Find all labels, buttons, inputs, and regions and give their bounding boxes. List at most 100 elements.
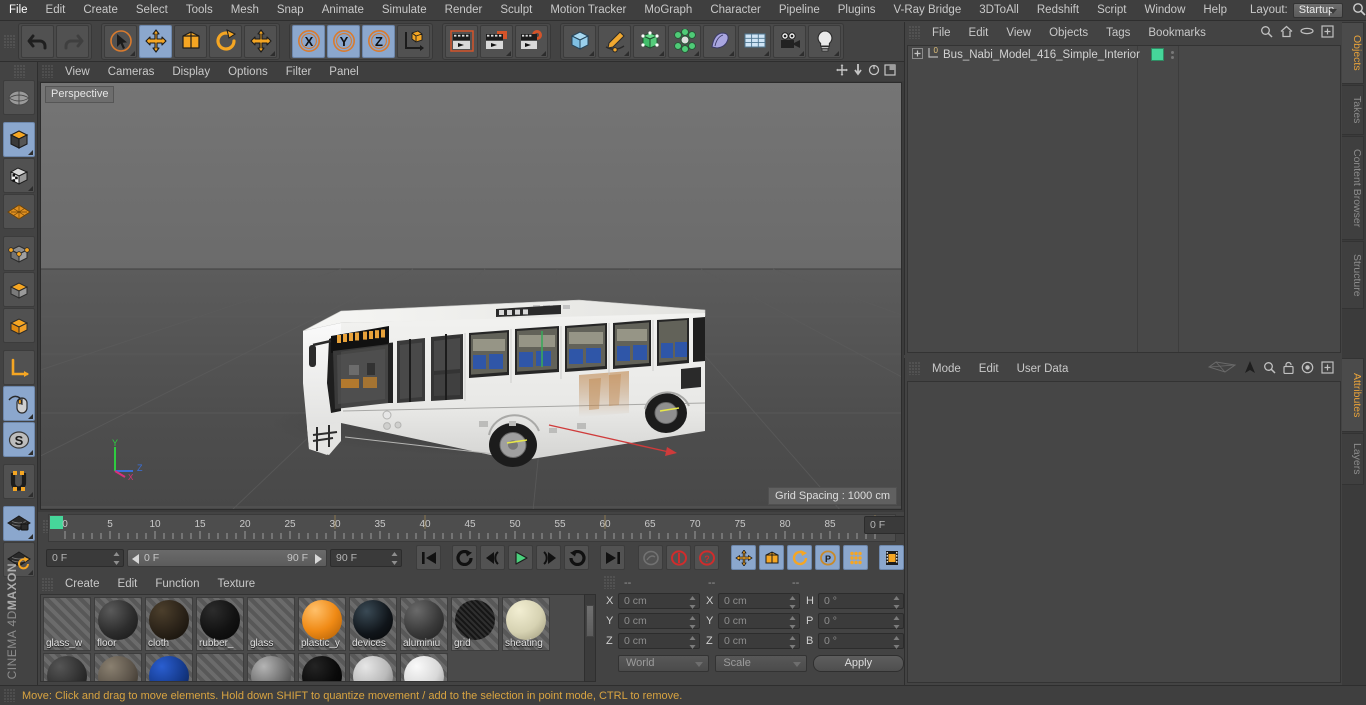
attribute-menu-user-data[interactable]: User Data bbox=[1008, 359, 1078, 379]
menu-render[interactable]: Render bbox=[436, 0, 492, 20]
edge-mode-button[interactable] bbox=[2, 272, 35, 307]
tab-structure[interactable]: Structure bbox=[1342, 241, 1364, 309]
keyframe-selection-button[interactable]: ? bbox=[694, 545, 719, 570]
start-frame-field[interactable]: 0 F bbox=[46, 548, 124, 567]
timeline-window-button[interactable] bbox=[879, 545, 904, 570]
material-menu-function[interactable]: Function bbox=[146, 574, 208, 594]
material-item[interactable]: aluminiu bbox=[400, 597, 448, 651]
menu-pipeline[interactable]: Pipeline bbox=[770, 0, 829, 20]
position-y-field[interactable]: 0 cm bbox=[618, 613, 700, 629]
scene-object-button[interactable] bbox=[703, 24, 736, 58]
object-menu-view[interactable]: View bbox=[997, 23, 1040, 43]
attribute-menu-mode[interactable]: Mode bbox=[923, 359, 970, 379]
object-menu-tags[interactable]: Tags bbox=[1097, 23, 1139, 43]
visibility-dots[interactable] bbox=[1170, 50, 1174, 59]
menu-select[interactable]: Select bbox=[127, 0, 177, 20]
menu-mograph[interactable]: MoGraph bbox=[635, 0, 701, 20]
menu-simulate[interactable]: Simulate bbox=[373, 0, 436, 20]
move-tool-button[interactable] bbox=[139, 24, 172, 58]
step-back-button[interactable] bbox=[480, 545, 505, 570]
play-backwards-loop-button[interactable] bbox=[452, 545, 477, 570]
home-icon[interactable] bbox=[1280, 25, 1293, 41]
viewport-menu-filter[interactable]: Filter bbox=[277, 62, 321, 82]
viewport-menu-options[interactable]: Options bbox=[219, 62, 277, 82]
object-menu-file[interactable]: File bbox=[923, 23, 960, 43]
menu-sculpt[interactable]: Sculpt bbox=[491, 0, 541, 20]
axis-modify-button[interactable] bbox=[2, 350, 35, 385]
material-item[interactable] bbox=[94, 653, 142, 681]
point-level-animation-button[interactable] bbox=[843, 545, 868, 570]
play-button[interactable] bbox=[508, 545, 533, 570]
menu-edit[interactable]: Edit bbox=[37, 0, 75, 20]
spline-pen-button[interactable] bbox=[598, 24, 631, 58]
generator-button[interactable] bbox=[633, 24, 666, 58]
object-menu-objects[interactable]: Objects bbox=[1040, 23, 1097, 43]
object-list[interactable]: 0 Bus_Nabi_Model_416_Simple_Interior bbox=[907, 45, 1341, 353]
menu-create[interactable]: Create bbox=[74, 0, 127, 20]
range-left-arrow-icon[interactable] bbox=[132, 553, 141, 564]
menu-snap[interactable]: Snap bbox=[268, 0, 313, 20]
spinner-icon[interactable] bbox=[689, 596, 696, 609]
coordinate-mode-dropdown[interactable]: Scale bbox=[715, 654, 807, 672]
magnet-button[interactable] bbox=[2, 464, 35, 499]
size-y-field[interactable]: 0 cm bbox=[718, 613, 800, 629]
material-item[interactable]: plastic_y bbox=[298, 597, 346, 651]
material-item[interactable]: plastic_d bbox=[43, 653, 91, 681]
coordinate-system-dropdown[interactable]: World bbox=[618, 654, 710, 672]
pan-icon[interactable] bbox=[836, 64, 848, 79]
go-to-start-button[interactable] bbox=[416, 545, 441, 570]
material-menu-edit[interactable]: Edit bbox=[109, 574, 147, 594]
render-view-button[interactable] bbox=[445, 24, 478, 58]
rotate-view-icon[interactable] bbox=[868, 64, 880, 79]
material-menu-texture[interactable]: Texture bbox=[208, 574, 264, 594]
world-coordinate-button[interactable] bbox=[397, 24, 430, 58]
tab-takes[interactable]: Takes bbox=[1342, 85, 1364, 135]
tab-layers[interactable]: Layers bbox=[1342, 433, 1364, 485]
attribute-body[interactable] bbox=[907, 381, 1341, 683]
axis-z-button[interactable]: Z bbox=[362, 24, 395, 58]
spinner-icon[interactable] bbox=[789, 636, 796, 649]
material-item[interactable] bbox=[247, 653, 295, 681]
expand-icon[interactable] bbox=[1321, 360, 1334, 377]
record-active-objects-button[interactable] bbox=[638, 545, 663, 570]
step-forward-button[interactable] bbox=[536, 545, 561, 570]
menu-script[interactable]: Script bbox=[1088, 0, 1135, 20]
primitive-cube-button[interactable] bbox=[563, 24, 596, 58]
timeline-range-slider[interactable]: 0 F 90 F bbox=[127, 548, 327, 567]
menu-file[interactable]: File bbox=[0, 0, 37, 20]
menu-redshift[interactable]: Redshift bbox=[1028, 0, 1088, 20]
viewport-menu-panel[interactable]: Panel bbox=[320, 62, 367, 82]
render-settings-button[interactable] bbox=[515, 24, 548, 58]
point-mode-button[interactable] bbox=[2, 236, 35, 271]
model-mode-button[interactable] bbox=[2, 122, 35, 157]
material-item[interactable]: sheating bbox=[502, 597, 550, 651]
attribute-menu-edit[interactable]: Edit bbox=[970, 359, 1008, 379]
scale-tool-button[interactable] bbox=[174, 24, 207, 58]
size-z-field[interactable]: 0 cm bbox=[718, 633, 800, 649]
position-x-field[interactable]: 0 cm bbox=[618, 593, 700, 609]
rotation-p-field[interactable]: 0 ° bbox=[818, 613, 904, 629]
position-key-button[interactable] bbox=[731, 545, 756, 570]
spinner-icon[interactable] bbox=[789, 596, 796, 609]
expand-icon[interactable] bbox=[1321, 24, 1334, 41]
workplane-lock-button[interactable] bbox=[2, 506, 35, 541]
rotation-key-button[interactable] bbox=[787, 545, 812, 570]
target-icon[interactable] bbox=[1301, 361, 1314, 377]
pin-icon[interactable] bbox=[1244, 360, 1256, 377]
enable-deformer-button[interactable] bbox=[2, 386, 35, 421]
coordinates-gripper[interactable] bbox=[604, 576, 615, 589]
axis-y-button[interactable]: Y bbox=[327, 24, 360, 58]
spinner-icon[interactable] bbox=[893, 636, 900, 649]
lock-icon[interactable] bbox=[1283, 361, 1294, 377]
menu-motion-tracker[interactable]: Motion Tracker bbox=[541, 0, 635, 20]
tab-content-browser[interactable]: Content Browser bbox=[1342, 136, 1364, 240]
spinner-icon[interactable] bbox=[689, 616, 696, 629]
viewport-menu-cameras[interactable]: Cameras bbox=[99, 62, 164, 82]
maximize-view-icon[interactable] bbox=[884, 64, 896, 79]
spinner-icon[interactable] bbox=[893, 596, 900, 609]
spinner-icon[interactable] bbox=[689, 636, 696, 649]
material-item[interactable] bbox=[400, 653, 448, 681]
apply-button[interactable]: Apply bbox=[812, 654, 904, 672]
material-gripper[interactable] bbox=[42, 577, 53, 591]
leftrail-gripper[interactable] bbox=[13, 65, 25, 78]
